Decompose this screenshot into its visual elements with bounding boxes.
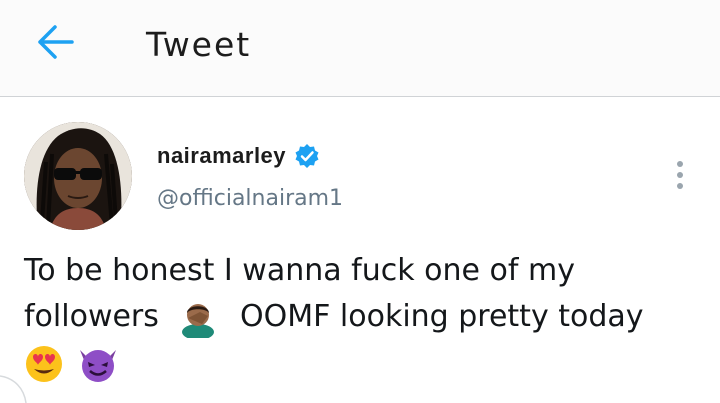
display-name[interactable]: nairamarley (157, 143, 286, 169)
avatar[interactable] (24, 122, 132, 230)
page-title: Tweet (146, 25, 252, 64)
author-name-row: nairamarley (157, 143, 320, 169)
user-handle[interactable]: @officialnairam1 (157, 186, 343, 211)
avatar-image (24, 122, 132, 230)
facepalm-emoji (182, 303, 215, 338)
more-vertical-icon (677, 161, 683, 189)
heart-eyes-emoji (26, 345, 62, 382)
verified-badge-icon (295, 144, 319, 168)
tweet-text: To be honest I wanna fuck one of my foll… (24, 248, 704, 386)
arrow-left-icon (38, 25, 74, 59)
more-options-button[interactable] (670, 160, 690, 190)
tweet-text-followers: followers (24, 299, 159, 334)
back-button[interactable] (36, 24, 76, 60)
tweet-text-oomf: OOMF looking pretty today (240, 299, 644, 334)
smiling-devil-emoji (79, 349, 116, 382)
loading-arc-decoration (0, 375, 27, 403)
tweet-text-line-3 (24, 340, 704, 386)
tweet-text-line-1: To be honest I wanna fuck one of my (24, 253, 575, 288)
top-bar: Tweet (0, 0, 720, 97)
tweet-text-line-2: followers OOMF looking pretty today (24, 294, 704, 340)
